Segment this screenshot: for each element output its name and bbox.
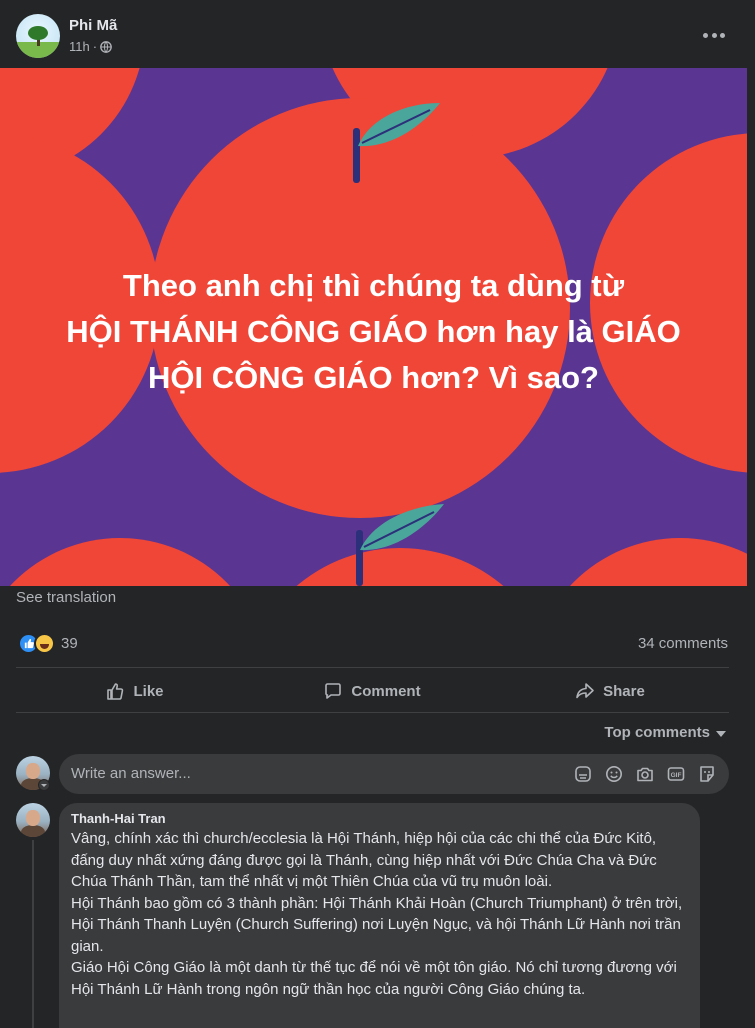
- meta-separator: ·: [92, 39, 98, 54]
- emoji-icon[interactable]: [604, 764, 624, 784]
- comment-button[interactable]: Comment: [253, 670, 491, 712]
- share-label: Share: [603, 682, 645, 700]
- banner-line-3: HỘI CÔNG GIÁO hơn? Vì sao?: [148, 360, 599, 395]
- see-translation-link[interactable]: See translation: [16, 589, 116, 606]
- reaction-summary[interactable]: 39: [18, 633, 78, 654]
- like-button[interactable]: Like: [16, 670, 253, 712]
- camera-icon[interactable]: [635, 764, 655, 784]
- like-icon: [107, 683, 124, 700]
- comment-item: Thanh-Hai Tran Vâng, chính xác thì churc…: [59, 803, 700, 1028]
- post-time[interactable]: 11h: [69, 39, 90, 54]
- comment-sort-label: Top comments: [604, 724, 710, 741]
- banner-line-1: Theo anh chị thì chúng ta dùng từ: [122, 268, 625, 303]
- banner-line-2: HỘI THÁNH CÔNG GIÁO hơn hay là GIÁO: [66, 314, 681, 349]
- like-label: Like: [133, 682, 164, 700]
- page-avatar[interactable]: [16, 14, 60, 58]
- commenter-avatar[interactable]: [16, 803, 50, 837]
- banner-text: Theo anh chị thì chúng ta dùng từ HỘI TH…: [0, 263, 747, 401]
- globe-icon: [100, 40, 112, 53]
- reaction-count: 39: [61, 635, 78, 652]
- answer-input[interactable]: Write an answer... GIF: [59, 754, 729, 794]
- divider: [16, 667, 729, 668]
- answer-toolbar: GIF: [573, 764, 717, 784]
- thread-line: [32, 840, 34, 1028]
- post-author[interactable]: Phi Mã: [69, 17, 117, 34]
- post-header: Phi Mã 11h ·: [0, 0, 755, 68]
- more-icon[interactable]: [703, 26, 725, 44]
- comment-author[interactable]: Thanh-Hai Tran: [71, 811, 688, 826]
- haha-reaction-icon: [34, 633, 55, 654]
- svg-text:GIF: GIF: [671, 772, 682, 779]
- divider: [16, 712, 729, 713]
- share-icon: [576, 683, 594, 699]
- comments-count[interactable]: 34 comments: [638, 635, 728, 652]
- comment-label: Comment: [351, 682, 421, 700]
- gif-icon[interactable]: GIF: [666, 764, 686, 784]
- comment-text: Vâng, chính xác thì church/ecclesia là H…: [71, 830, 683, 998]
- post-meta: 11h ·: [69, 39, 112, 54]
- comment-icon: [325, 683, 342, 699]
- avatar-sticker-icon[interactable]: [697, 764, 717, 784]
- chevron-down-icon[interactable]: [38, 779, 50, 791]
- share-button[interactable]: Share: [491, 670, 729, 712]
- post-banner[interactable]: Theo anh chị thì chúng ta dùng từ HỘI TH…: [0, 68, 747, 586]
- comment-sort-dropdown[interactable]: Top comments: [604, 724, 726, 741]
- chevron-down-icon: [716, 730, 726, 737]
- sticker-icon[interactable]: [573, 764, 593, 784]
- answer-placeholder: Write an answer...: [71, 765, 191, 782]
